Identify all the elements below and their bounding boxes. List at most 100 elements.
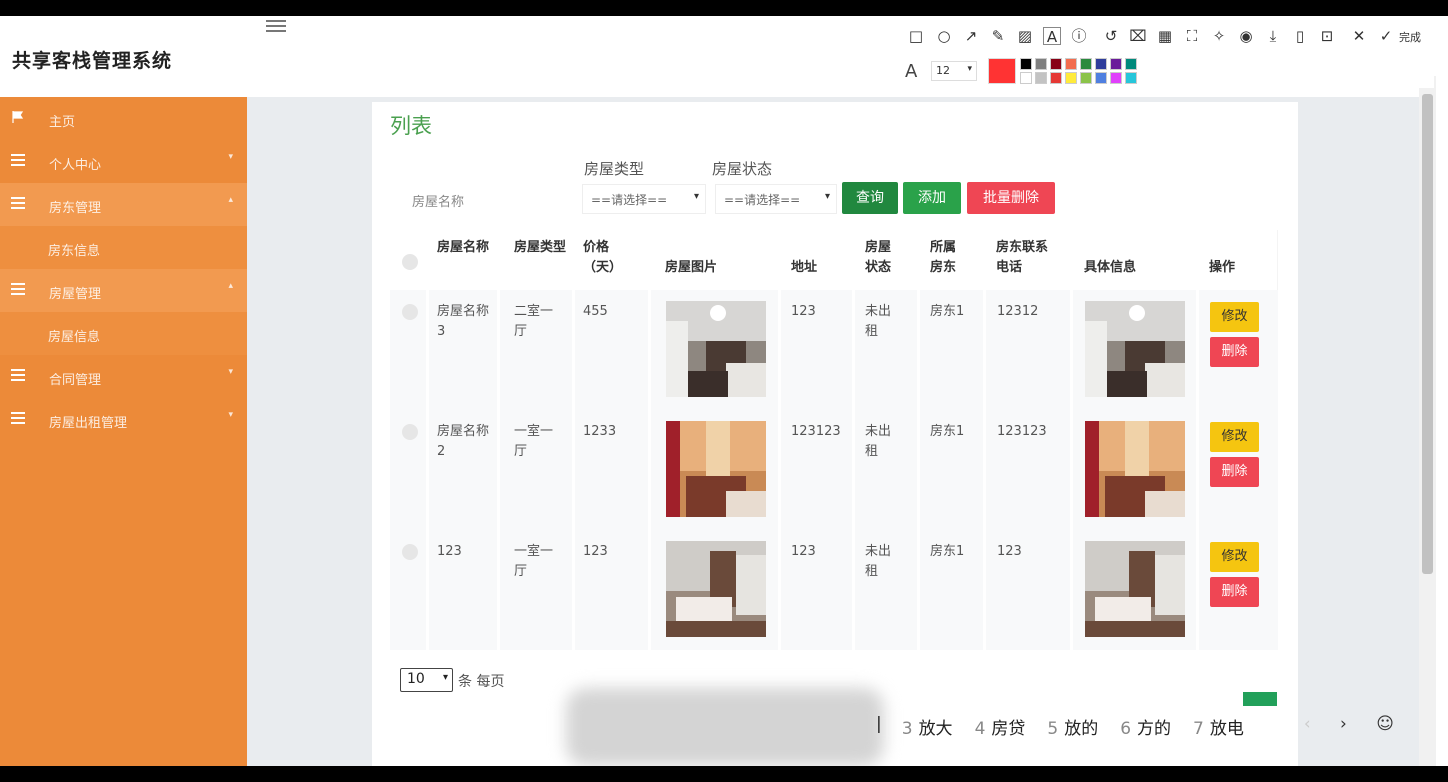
owner-phone: 123123 xyxy=(997,424,1047,439)
page-size-value: 10 xyxy=(407,671,425,687)
column-separator xyxy=(1196,410,1199,530)
ocr-icon[interactable]: ▦ xyxy=(1156,27,1174,45)
ime-candidate[interactable]: 4 房贷 xyxy=(975,714,1026,744)
list-icon xyxy=(11,197,25,209)
house-photo[interactable] xyxy=(666,301,766,397)
house-photo[interactable] xyxy=(666,421,766,517)
color-swatch[interactable] xyxy=(1080,58,1092,70)
sidebar-item-landlord-management[interactable]: 房东管理 ▴ xyxy=(0,183,247,226)
menu-toggle-icon[interactable] xyxy=(266,20,286,34)
color-swatch[interactable] xyxy=(1110,72,1122,84)
header-cell: 所属房东 xyxy=(930,240,957,275)
color-swatch[interactable] xyxy=(1065,58,1077,70)
check-icon[interactable]: ✓ xyxy=(1377,27,1395,45)
color-swatch[interactable] xyxy=(1050,72,1062,84)
edit-button[interactable]: 修改 xyxy=(1210,542,1259,572)
house-name: 房屋名称2 xyxy=(437,424,490,459)
color-swatch[interactable] xyxy=(1065,72,1077,84)
chevron-left-icon[interactable]: ‹ xyxy=(1304,714,1311,734)
scrollbar-thumb[interactable] xyxy=(1422,94,1433,574)
done-label[interactable]: 完成 xyxy=(1399,29,1421,45)
row-checkbox[interactable] xyxy=(402,544,418,560)
column-separator xyxy=(497,410,500,530)
close-icon[interactable]: ✕ xyxy=(1350,27,1368,45)
ime-candidate[interactable]: 5 放的 xyxy=(1047,714,1098,744)
color-swatch[interactable] xyxy=(1095,72,1107,84)
owner-phone: 12312 xyxy=(997,304,1039,319)
color-swatch[interactable] xyxy=(1035,72,1047,84)
long-screenshot-icon[interactable]: ⛶ xyxy=(1183,27,1201,45)
color-swatch[interactable] xyxy=(1080,72,1092,84)
color-swatch[interactable] xyxy=(1095,58,1107,70)
page-scrollbar[interactable] xyxy=(1419,76,1436,766)
pin-icon[interactable]: ✧ xyxy=(1210,27,1228,45)
color-swatch[interactable] xyxy=(1020,72,1032,84)
color-swatch[interactable] xyxy=(1125,58,1137,70)
house-photo[interactable] xyxy=(666,541,766,637)
batch-delete-button[interactable]: 批量删除 xyxy=(967,182,1055,214)
font-size-select[interactable]: 12 ▾ xyxy=(931,61,977,81)
phone-icon[interactable]: ▯ xyxy=(1291,27,1309,45)
color-swatch[interactable] xyxy=(1125,72,1137,84)
screenshot-toolbar: □ ○ ↗ ✎ ▨ A ⓘ ↺ ⌧ ▦ ⛶ ✧ ◉ ⤓ ▯ ⊡ ✕ ✓ 完成 A… xyxy=(899,18,1434,88)
page-size-select[interactable]: 10 ▾ xyxy=(400,668,453,692)
add-button[interactable]: 添加 xyxy=(903,182,961,214)
pen-tool-icon[interactable]: ✎ xyxy=(989,27,1007,45)
current-color-swatch[interactable] xyxy=(988,58,1016,84)
edit-button[interactable]: 修改 xyxy=(1210,422,1259,452)
ime-nav: ‹ › ☺ xyxy=(1304,714,1394,734)
sidebar-subitem-house-info[interactable]: 房屋信息 xyxy=(0,312,247,355)
mosaic-tool-icon[interactable]: ▨ xyxy=(1016,27,1034,45)
house-type-select[interactable]: ==请选择== ▾ xyxy=(582,184,706,214)
house-name-field[interactable]: 房屋名称 xyxy=(412,191,464,210)
delete-button[interactable]: 删除 xyxy=(1210,457,1259,487)
sidebar-item-contract-management[interactable]: 合同管理 ▾ xyxy=(0,355,247,398)
sidebar-item-house-management[interactable]: 房屋管理 ▴ xyxy=(0,269,247,312)
download-icon[interactable]: ⤓ xyxy=(1264,27,1282,45)
undo-icon[interactable]: ↺ xyxy=(1102,27,1120,45)
edit-button[interactable]: 修改 xyxy=(1210,302,1259,332)
search-button[interactable]: 查询 xyxy=(842,182,898,214)
record-icon[interactable]: ◉ xyxy=(1237,27,1255,45)
emoji-icon[interactable]: ☺ xyxy=(1376,714,1394,734)
sidebar-subitem-landlord-info[interactable]: 房东信息 xyxy=(0,226,247,269)
delete-button[interactable]: 删除 xyxy=(1210,337,1259,367)
rectangle-tool-icon[interactable]: □ xyxy=(907,27,925,45)
row-checkbox[interactable] xyxy=(402,424,418,440)
sidebar-item-rental-management[interactable]: 房屋出租管理 ▾ xyxy=(0,398,247,441)
text-tool-icon[interactable]: A xyxy=(1043,27,1061,46)
table-row: 房屋名称2 一室一厅 1233 123123 未出租 房东1 123123 修改… xyxy=(390,410,1278,530)
house-status-select[interactable]: ==请选择== ▾ xyxy=(715,184,837,214)
house-status-label: 房屋状态 xyxy=(712,160,773,178)
list-icon xyxy=(11,154,25,166)
detail-photo[interactable] xyxy=(1085,421,1185,517)
color-swatch[interactable] xyxy=(1110,58,1122,70)
house-name: 123 xyxy=(437,544,462,559)
ime-candidate[interactable]: 3 放大 xyxy=(902,714,953,744)
ime-candidate[interactable]: 7 放电 xyxy=(1193,714,1244,744)
number-tool-icon[interactable]: ⓘ xyxy=(1070,27,1088,45)
arrow-tool-icon[interactable]: ↗ xyxy=(962,27,980,45)
sidebar-item-personal-center[interactable]: 个人中心 ▾ xyxy=(0,140,247,183)
column-separator xyxy=(983,530,986,650)
panel-title: 列表 xyxy=(390,114,432,138)
detail-photo[interactable] xyxy=(1085,541,1185,637)
row-checkbox[interactable] xyxy=(402,304,418,320)
column-separator xyxy=(983,290,986,410)
app-title: 共享客栈管理系统 xyxy=(12,50,173,72)
sidebar-item-home[interactable]: 主页 xyxy=(0,97,247,140)
pin-image-icon[interactable]: ⌧ xyxy=(1129,27,1147,45)
chevron-right-icon[interactable]: › xyxy=(1340,714,1347,734)
delete-button[interactable]: 删除 xyxy=(1210,577,1259,607)
ellipse-tool-icon[interactable]: ○ xyxy=(935,27,953,45)
column-separator xyxy=(648,530,651,650)
color-swatch[interactable] xyxy=(1050,58,1062,70)
select-all-checkbox[interactable] xyxy=(402,254,418,270)
header-cell: 房屋名称 xyxy=(437,240,490,255)
bookmark-icon[interactable]: ⊡ xyxy=(1318,27,1336,45)
color-swatch[interactable] xyxy=(1035,58,1047,70)
ime-candidate[interactable]: 6 方的 xyxy=(1120,714,1171,744)
list-icon xyxy=(11,412,25,424)
color-swatch[interactable] xyxy=(1020,58,1032,70)
detail-photo[interactable] xyxy=(1085,301,1185,397)
